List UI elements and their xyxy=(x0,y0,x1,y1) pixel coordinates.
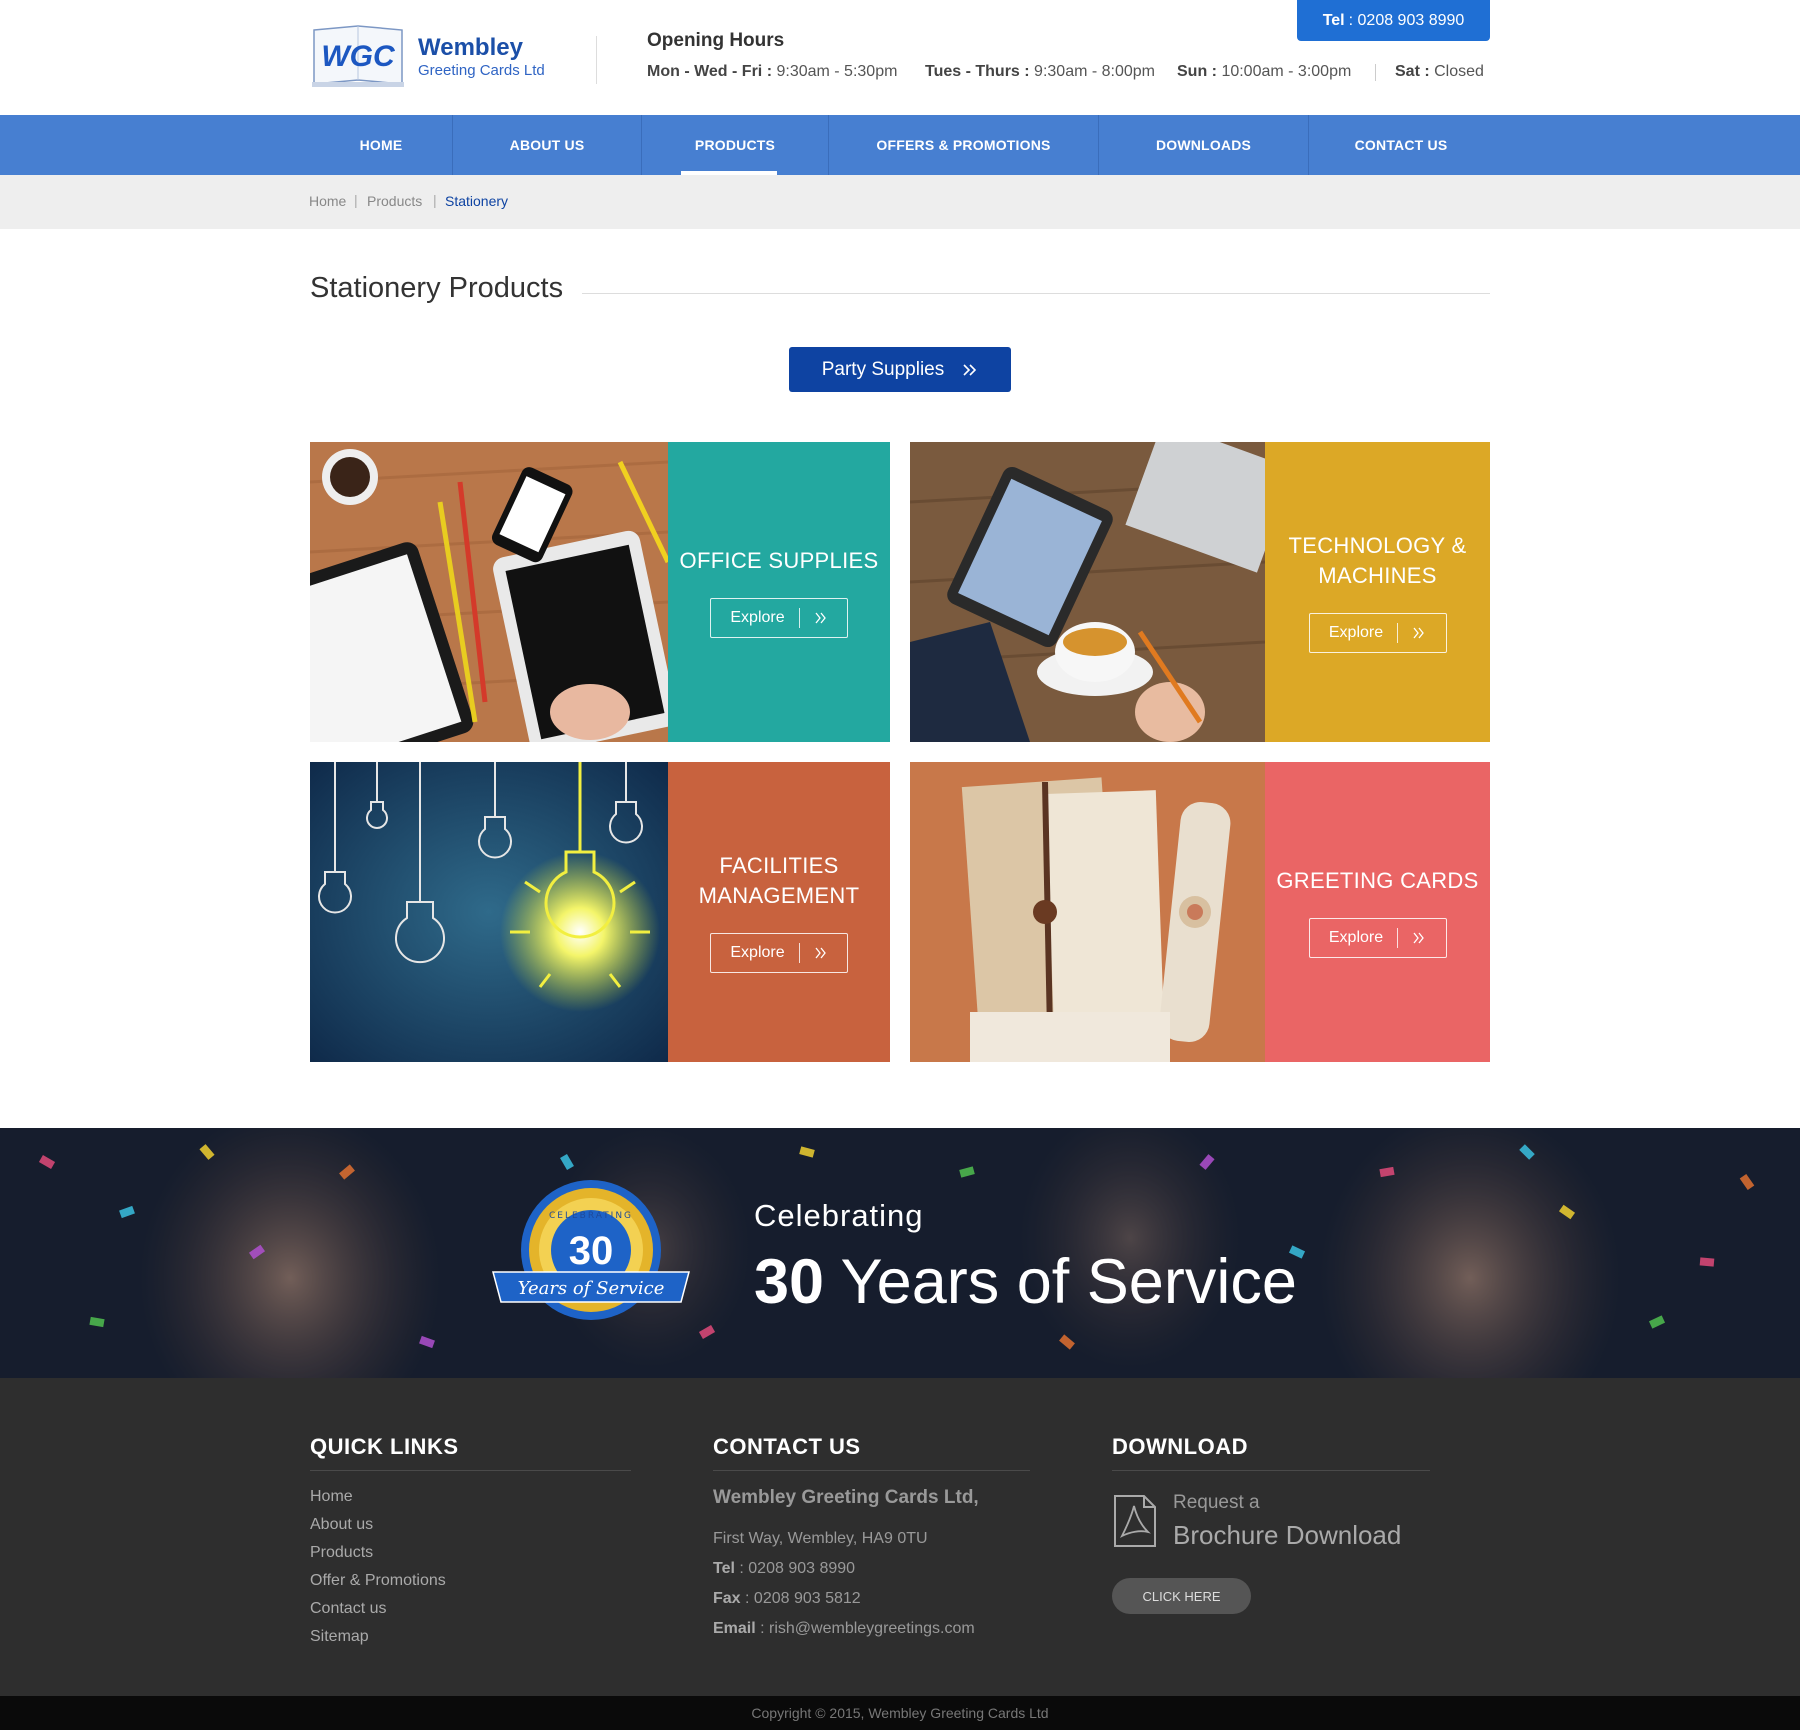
greeting-cards-image xyxy=(910,762,1265,1062)
breadcrumb-separator: | xyxy=(433,192,437,208)
telephone-button[interactable]: Tel: 0208 903 8990 xyxy=(1297,0,1490,41)
explore-button[interactable]: Explore xyxy=(1308,918,1447,958)
double-chevron-right-icon xyxy=(1413,932,1424,944)
party-supplies-label: Party Supplies xyxy=(821,358,945,380)
footer-link-products[interactable]: Products xyxy=(310,1544,373,1562)
party-supplies-button[interactable]: Party Supplies xyxy=(789,347,1011,392)
logo-subtitle: Greeting Cards Ltd xyxy=(418,62,545,79)
footer-fax: Fax : 0208 903 5812 xyxy=(713,1590,861,1607)
tile-greeting-cards-title: GREETING CARDS xyxy=(1276,868,1479,893)
tile-title-line: FACILITIES xyxy=(719,853,839,878)
svg-text:CELEBRATING: CELEBRATING xyxy=(549,1211,633,1221)
years-of-service-heading: 30 Years of Service xyxy=(754,1247,1297,1317)
lightbulbs-image xyxy=(310,762,668,1062)
nav-about-us[interactable]: ABOUT US xyxy=(453,115,641,175)
breadcrumb-products[interactable]: Products xyxy=(367,193,422,209)
explore-label: Explore xyxy=(730,944,785,961)
nav-products[interactable]: PRODUCTS xyxy=(642,115,828,175)
double-chevron-right-icon xyxy=(1413,627,1424,639)
hours-tues-thurs: Tues - Thurs : 9:30am - 8:00pm xyxy=(925,63,1155,80)
tile-technology-machines-title: TECHNOLOGY & MACHINES xyxy=(1278,531,1476,591)
tile-facilities-management-panel: FACILITIES MANAGEMENT Explore xyxy=(668,762,890,1062)
hours-sun: Sun : 10:00am - 3:00pm xyxy=(1177,63,1352,80)
brochure-download-label: Brochure Download xyxy=(1173,1520,1402,1550)
nav-downloads[interactable]: DOWNLOADS xyxy=(1099,115,1308,175)
button-divider xyxy=(798,943,800,963)
footer-email[interactable]: Email : rish@wembleygreetings.com xyxy=(713,1620,975,1638)
hours-mon-wed-fri: Mon - Wed - Fri : 9:30am - 5:30pm xyxy=(647,63,898,80)
request-a-label: Request a xyxy=(1173,1492,1260,1513)
tile-title-line: TECHNOLOGY & xyxy=(1288,533,1467,558)
button-divider xyxy=(1397,928,1399,948)
brochure-click-here-button[interactable]: CLICK HERE xyxy=(1112,1578,1251,1614)
tile-office-supplies-title: OFFICE SUPPLIES xyxy=(679,548,879,573)
main-nav: HOME ABOUT US PRODUCTS OFFERS & PROMOTIO… xyxy=(0,115,1800,175)
copyright-text: Copyright © 2015, Wembley Greeting Cards… xyxy=(751,1705,1049,1721)
footer-rule xyxy=(1112,1470,1430,1471)
tile-technology-machines-panel: TECHNOLOGY & MACHINES Explore xyxy=(1265,442,1490,742)
footer-link-sitemap[interactable]: Sitemap xyxy=(310,1628,369,1646)
tile-greeting-cards[interactable]: GREETING CARDS Explore xyxy=(910,762,1490,1062)
footer-link-contact-us[interactable]: Contact us xyxy=(310,1600,386,1618)
pdf-icon xyxy=(1114,1495,1156,1547)
footer-link-home[interactable]: Home xyxy=(310,1488,353,1506)
tile-title-line: MANAGEMENT xyxy=(698,883,860,908)
footer-link-about-us[interactable]: About us xyxy=(310,1516,373,1534)
footer-link-offer-promotions[interactable]: Offer & Promotions xyxy=(310,1572,446,1590)
double-chevron-right-icon xyxy=(963,363,977,376)
tile-facilities-management-title: FACILITIES MANAGEMENT xyxy=(689,851,870,911)
tile-facilities-management[interactable]: FACILITIES MANAGEMENT Explore xyxy=(310,762,890,1062)
explore-button[interactable]: Explore xyxy=(1308,613,1447,653)
breadcrumb-home[interactable]: Home xyxy=(309,193,346,209)
footer-tel: Tel : 0208 903 8990 xyxy=(713,1560,856,1577)
office-desk-image xyxy=(310,442,668,742)
company-name: Wembley Greeting Cards Ltd, xyxy=(713,1487,979,1508)
tablet-coffee-image xyxy=(910,442,1265,742)
explore-label: Explore xyxy=(1328,929,1384,946)
tile-office-supplies[interactable]: OFFICE SUPPLIES Explore xyxy=(310,442,890,742)
header-divider xyxy=(596,36,597,84)
quick-links-title: QUICK LINKS xyxy=(310,1434,459,1459)
double-chevron-right-icon xyxy=(815,947,826,959)
nav-offers-promotions[interactable]: OFFERS & PROMOTIONS xyxy=(829,115,1098,175)
tile-greeting-cards-panel: GREETING CARDS Explore xyxy=(1265,762,1490,1062)
tile-office-supplies-panel: OFFICE SUPPLIES Explore xyxy=(668,442,890,742)
svg-text:WGC: WGC xyxy=(321,40,396,73)
button-divider xyxy=(798,608,800,628)
explore-label: Explore xyxy=(1328,624,1384,641)
tile-technology-machines[interactable]: TECHNOLOGY & MACHINES Explore xyxy=(910,442,1490,742)
page-title: Stationery Products xyxy=(310,272,564,304)
hours-separator xyxy=(1375,64,1376,81)
footer-rule xyxy=(713,1470,1030,1471)
tile-title-line: MACHINES xyxy=(1318,563,1437,588)
svg-text:Years of Service: Years of Service xyxy=(518,1278,665,1299)
explore-button[interactable]: Explore xyxy=(710,933,848,973)
company-address: First Way, Wembley, HA9 0TU xyxy=(713,1530,928,1547)
site-header: WGC Wembley Greeting Cards Ltd Opening H… xyxy=(0,0,1800,115)
title-rule xyxy=(582,293,1490,294)
wgc-logo-icon[interactable]: WGC xyxy=(310,22,406,90)
explore-button[interactable]: Explore xyxy=(710,598,848,638)
celebrating-label: Celebrating xyxy=(754,1198,924,1233)
opening-hours-title: Opening Hours xyxy=(647,30,785,51)
svg-text:30: 30 xyxy=(569,1229,614,1273)
double-chevron-right-icon xyxy=(815,612,826,624)
footer-rule xyxy=(310,1470,631,1471)
explore-label: Explore xyxy=(730,609,785,626)
hours-sat: Sat : Closed xyxy=(1395,63,1484,80)
nav-home[interactable]: HOME xyxy=(310,115,452,175)
logo-title[interactable]: Wembley xyxy=(418,34,523,62)
download-title: DOWNLOAD xyxy=(1112,1434,1248,1459)
30-years-badge-icon: CELEBRATING 30 Years of Service xyxy=(492,1180,690,1320)
contact-us-title: CONTACT US xyxy=(713,1434,861,1459)
nav-contact-us[interactable]: CONTACT US xyxy=(1309,115,1493,175)
breadcrumb-current: Stationery xyxy=(445,193,509,209)
breadcrumb xyxy=(0,175,1800,229)
breadcrumb-separator: | xyxy=(354,192,358,208)
button-divider xyxy=(1397,623,1399,643)
